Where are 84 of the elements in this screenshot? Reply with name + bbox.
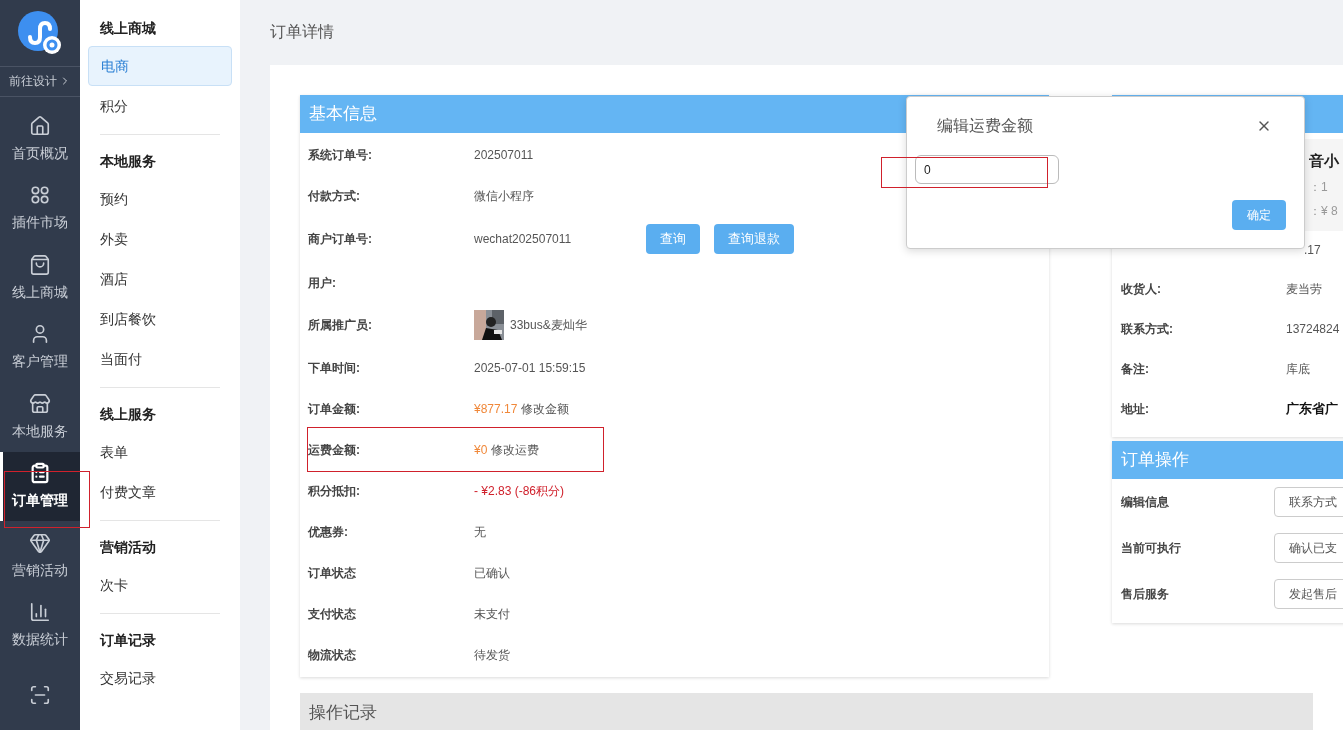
field-label: 运费金额: [308,441,361,459]
submenu-item[interactable]: 电商 [88,46,232,86]
page-title: 订单详情 [270,21,334,42]
submenu-heading: 本地服务 [100,151,157,171]
total-value: .17 [1304,242,1321,259]
submenu-heading: 线上服务 [100,404,157,424]
action-button[interactable]: 确认已支 [1274,533,1343,563]
grid-icon [29,184,51,207]
submenu-item[interactable]: 到店餐饮 [100,299,220,339]
field-label: 用户: [308,274,337,292]
submenu-item[interactable]: 次卡 [100,565,220,605]
submenu-item[interactable]: 酒店 [100,259,220,299]
submenu-item[interactable]: 预约 [100,179,220,219]
submenu-item[interactable]: 当面付 [100,339,220,379]
scan-icon [29,684,51,707]
field-value: 202507011 [474,146,534,164]
bag-icon [29,253,51,276]
field-value: 广东省广 [1286,400,1338,419]
freight-input[interactable]: 0 [915,155,1059,184]
field-value: wechat202507011 [474,231,573,248]
amount-value: ¥0 [474,441,488,459]
product-price: ：¥ 8 [1309,203,1339,221]
edit-link[interactable]: 修改金额 [521,399,570,418]
nav-item[interactable]: 线上商城 [0,243,80,313]
nav-item[interactable]: 首页概况 [0,104,80,174]
submenu-item[interactable]: 付费文章 [100,472,220,512]
field-label: 商户订单号: [308,231,373,248]
field-value: 麦当劳 [1286,281,1322,298]
submenu-heading: 线上商城 [99,18,157,38]
field-label: 支付状态 [308,605,357,623]
product-quantity: ：1 [1309,179,1329,197]
panel-title: 订单操作 [1121,449,1189,472]
field-label: 下单时间: [308,359,361,377]
field-label: 系统订单号: [308,146,373,164]
app-logo-icon[interactable] [18,10,62,55]
product-name: 音小 [1309,150,1340,171]
field-label: 订单状态 [308,564,357,582]
nav-item[interactable]: 本地服务 [0,382,80,452]
field-label: 地址: [1121,401,1150,418]
field-value: 13724824 [1286,321,1340,338]
submenu-item[interactable]: 积分 [88,86,232,126]
field-label: 备注: [1121,361,1150,378]
nav-item[interactable]: 客户管理 [0,312,80,383]
panel-title: 基本信息 [309,103,377,126]
field-label: 收货人: [1121,281,1162,298]
nav-item[interactable]: 数据统计 [0,590,80,661]
field-label: 编辑信息 [1121,494,1170,511]
nav-item[interactable]: 营销活动 [0,521,80,591]
field-value: 库底 [1286,361,1310,378]
field-label: 优惠券: [308,523,349,541]
field-label: 订单金额: [308,400,361,418]
submenu-item[interactable]: 交易记录 [100,658,220,698]
field-value: 无 [474,523,486,541]
field-label: 联系方式: [1121,321,1174,338]
field-label: 积分抵扣: [308,482,361,500]
dialog-title: 编辑运费金额 [937,116,1033,136]
nav-item[interactable]: 订单管理 [0,451,80,522]
submenu-heading: 订单记录 [100,630,157,650]
field-label: 物流状态 [308,646,357,664]
chart-icon [29,601,51,624]
submenu-heading: 营销活动 [100,537,157,557]
action-button[interactable]: 联系方式 [1274,487,1343,517]
field-value: 微信小程序 [474,187,534,205]
action-button[interactable]: 发起售后 [1274,579,1343,609]
amount-value: ¥877.17 [474,400,518,418]
field-label: 当前可执行 [1121,540,1182,557]
field-label: 所属推广员: [308,317,373,334]
promoter-name: 33bus&麦灿华 [510,317,587,334]
submenu-item[interactable]: 外卖 [100,219,220,259]
field-label: 付款方式: [308,187,361,205]
field-value: 已确认 [474,564,510,582]
field-value: 未支付 [474,605,510,623]
submenu-item[interactable]: 表单 [100,432,220,472]
clipboard-icon [29,462,51,485]
store-icon [29,392,51,415]
field-value: 2025-07-01 15:59:15 [474,359,586,377]
field-label: 售后服务 [1121,586,1170,603]
home-icon [29,114,51,137]
nav-item[interactable]: 插件市场 [0,173,80,244]
edit-link[interactable]: 修改运费 [491,440,540,459]
panel-title: 操作记录 [309,702,377,725]
field-value: 待发货 [474,646,510,664]
diamond-icon [29,531,51,554]
deduction-value: - ¥2.83 (-86积分) [474,482,565,500]
